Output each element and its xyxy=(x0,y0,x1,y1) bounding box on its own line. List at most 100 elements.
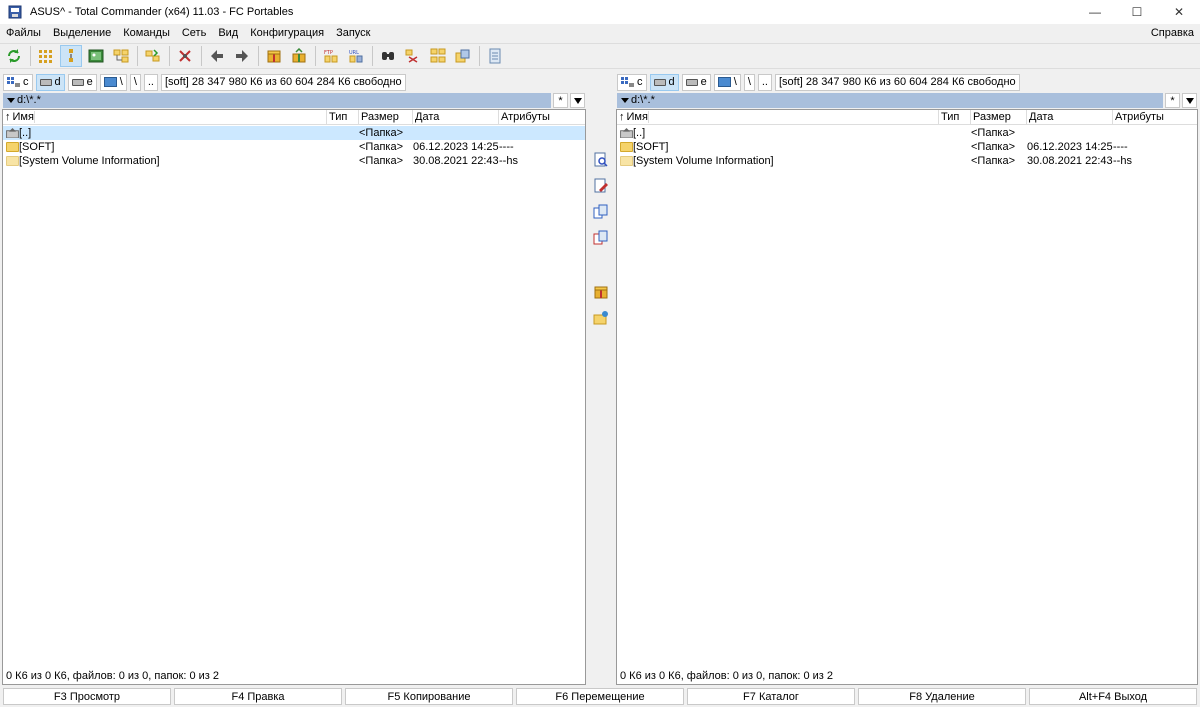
brief-view-icon[interactable] xyxy=(35,45,57,67)
right-drive-c[interactable]: c xyxy=(617,73,647,91)
f3-view-button[interactable]: F3 Просмотр xyxy=(3,688,171,705)
row-name: [SOFT] xyxy=(19,141,55,153)
right-col-date[interactable]: Дата xyxy=(1027,110,1113,125)
left-drive-e[interactable]: e xyxy=(67,73,97,91)
row-name: [..] xyxy=(19,127,32,139)
f5-copy-button[interactable]: F5 Копирование xyxy=(345,688,513,705)
row-name: [System Volume Information] xyxy=(633,155,774,167)
right-up-button[interactable]: .. xyxy=(757,73,772,91)
folder-up-icon xyxy=(6,128,19,138)
row-attr: ---- xyxy=(1113,141,1128,153)
left-col-size[interactable]: Размер xyxy=(359,110,413,125)
notepad-icon[interactable] xyxy=(484,45,506,67)
f4-edit-button[interactable]: F4 Правка xyxy=(174,688,342,705)
ftp-connect-icon[interactable]: FTP xyxy=(320,45,342,67)
new-folder-icon[interactable] xyxy=(592,309,610,327)
f6-move-button[interactable]: F6 Перемещение xyxy=(516,688,684,705)
menu-view[interactable]: Вид xyxy=(212,24,244,43)
back-icon[interactable] xyxy=(206,45,228,67)
left-filter-button[interactable]: * xyxy=(553,93,568,108)
folder-up-icon xyxy=(620,128,633,138)
row-date: 30.08.2021 22:43 xyxy=(1027,155,1113,167)
left-history-button[interactable] xyxy=(570,93,585,108)
menu-configuration[interactable]: Конфигурация xyxy=(244,24,330,43)
right-drive-e[interactable]: e xyxy=(681,73,711,91)
alt-f4-exit-button[interactable]: Alt+F4 Выход xyxy=(1029,688,1197,705)
svg-text:URL: URL xyxy=(349,50,359,56)
left-up-button[interactable]: .. xyxy=(143,73,158,91)
right-root-button[interactable]: \ xyxy=(743,73,755,91)
refresh-icon[interactable] xyxy=(3,45,25,67)
right-path[interactable]: d:\*.* xyxy=(617,93,1163,108)
left-network-drive[interactable]: \ xyxy=(99,73,127,91)
left-file-panel[interactable]: ↑ Имя Тип Размер Дата Атрибуты [..] <Папк… xyxy=(2,109,586,685)
pack-files-icon[interactable] xyxy=(592,283,610,301)
function-key-bar: F3 Просмотр F4 Правка F5 Копирование F6 … xyxy=(0,687,1200,707)
f8-delete-button[interactable]: F8 Удаление xyxy=(858,688,1026,705)
right-history-button[interactable] xyxy=(1182,93,1197,108)
drive-icon xyxy=(71,78,84,86)
menu-help[interactable]: Справка xyxy=(1151,24,1194,43)
drive-icon xyxy=(685,78,698,86)
sync-dirs-icon[interactable] xyxy=(402,45,424,67)
chevron-down-icon xyxy=(1185,97,1194,104)
left-status-bar: 0 К6 из 0 К6, файлов: 0 из 0, папок: 0 и… xyxy=(6,670,219,682)
right-col-name[interactable]: ↑ Имя xyxy=(617,110,939,125)
unpack-icon[interactable] xyxy=(288,45,310,67)
right-network-drive[interactable]: \ xyxy=(713,73,741,91)
left-column-header: ↑ Имя Тип Размер Дата Атрибуты xyxy=(3,110,585,125)
compare-dirs-icon[interactable] xyxy=(142,45,164,67)
right-network-label: \ xyxy=(733,76,737,88)
middle-toolbar xyxy=(586,109,616,685)
right-filter-button[interactable]: * xyxy=(1165,93,1180,108)
right-col-type[interactable]: Тип xyxy=(939,110,971,125)
left-drive-c[interactable]: c xyxy=(3,73,33,91)
copy-names-icon[interactable] xyxy=(452,45,474,67)
folder-icon xyxy=(6,142,19,152)
table-row[interactable]: [..] <Папка> xyxy=(3,126,585,140)
url-connect-icon[interactable]: URL xyxy=(345,45,367,67)
view-file-icon[interactable] xyxy=(592,151,610,169)
search-icon[interactable] xyxy=(377,45,399,67)
left-path[interactable]: d:\*.* xyxy=(3,93,551,108)
right-drive-d[interactable]: d xyxy=(649,73,679,91)
left-col-name[interactable]: ↑ Имя xyxy=(3,110,327,125)
copy-file-icon[interactable] xyxy=(592,203,610,221)
left-col-date[interactable]: Дата xyxy=(413,110,499,125)
left-root-button[interactable]: \ xyxy=(129,73,141,91)
maximize-button[interactable]: ☐ xyxy=(1116,0,1158,24)
menu-commands[interactable]: Команды xyxy=(117,24,176,43)
left-col-attr[interactable]: Атрибуты xyxy=(499,110,585,125)
menu-selection[interactable]: Выделение xyxy=(47,24,117,43)
network-icon[interactable] xyxy=(427,45,449,67)
edit-file-icon[interactable] xyxy=(592,177,610,195)
f7-mkdir-button[interactable]: F7 Каталог xyxy=(687,688,855,705)
pack-icon[interactable] xyxy=(263,45,285,67)
table-row[interactable]: [SOFT] <Папка> 06.12.2023 14:25 ---- xyxy=(617,140,1197,154)
right-file-panel[interactable]: ↑ Имя Тип Размер Дата Атрибуты [..] <Папк… xyxy=(616,109,1198,685)
table-row[interactable]: [System Volume Information] <Папка> 30.0… xyxy=(617,154,1197,168)
menu-files[interactable]: Файлы xyxy=(0,24,47,43)
right-col-attr[interactable]: Атрибуты xyxy=(1113,110,1197,125)
row-attr: --hs xyxy=(499,155,518,167)
move-file-icon[interactable] xyxy=(592,229,610,247)
close-button[interactable]: ✕ xyxy=(1158,0,1200,24)
minimize-button[interactable]: — xyxy=(1074,0,1116,24)
forward-icon[interactable] xyxy=(231,45,253,67)
multi-rename-icon[interactable] xyxy=(174,45,196,67)
right-col-size[interactable]: Размер xyxy=(971,110,1027,125)
left-drive-d[interactable]: d xyxy=(35,73,65,91)
tree-folders-icon[interactable] xyxy=(110,45,132,67)
menu-launch[interactable]: Запуск xyxy=(330,24,376,43)
title-bar: ASUS^ - Total Commander (x64) 11.03 - FC… xyxy=(0,0,1200,24)
folder-icon xyxy=(620,142,633,152)
left-col-type[interactable]: Тип xyxy=(327,110,359,125)
table-row[interactable]: [System Volume Information] <Папка> 30.0… xyxy=(3,154,585,168)
row-name: [System Volume Information] xyxy=(19,155,160,167)
thumbnail-view-icon[interactable] xyxy=(85,45,107,67)
tree-view-icon[interactable] xyxy=(60,45,82,67)
menu-network[interactable]: Сеть xyxy=(176,24,212,43)
table-row[interactable]: [..] <Папка> xyxy=(617,126,1197,140)
table-row[interactable]: [SOFT] <Папка> 06.12.2023 14:25 ---- xyxy=(3,140,585,154)
app-icon xyxy=(8,5,22,19)
